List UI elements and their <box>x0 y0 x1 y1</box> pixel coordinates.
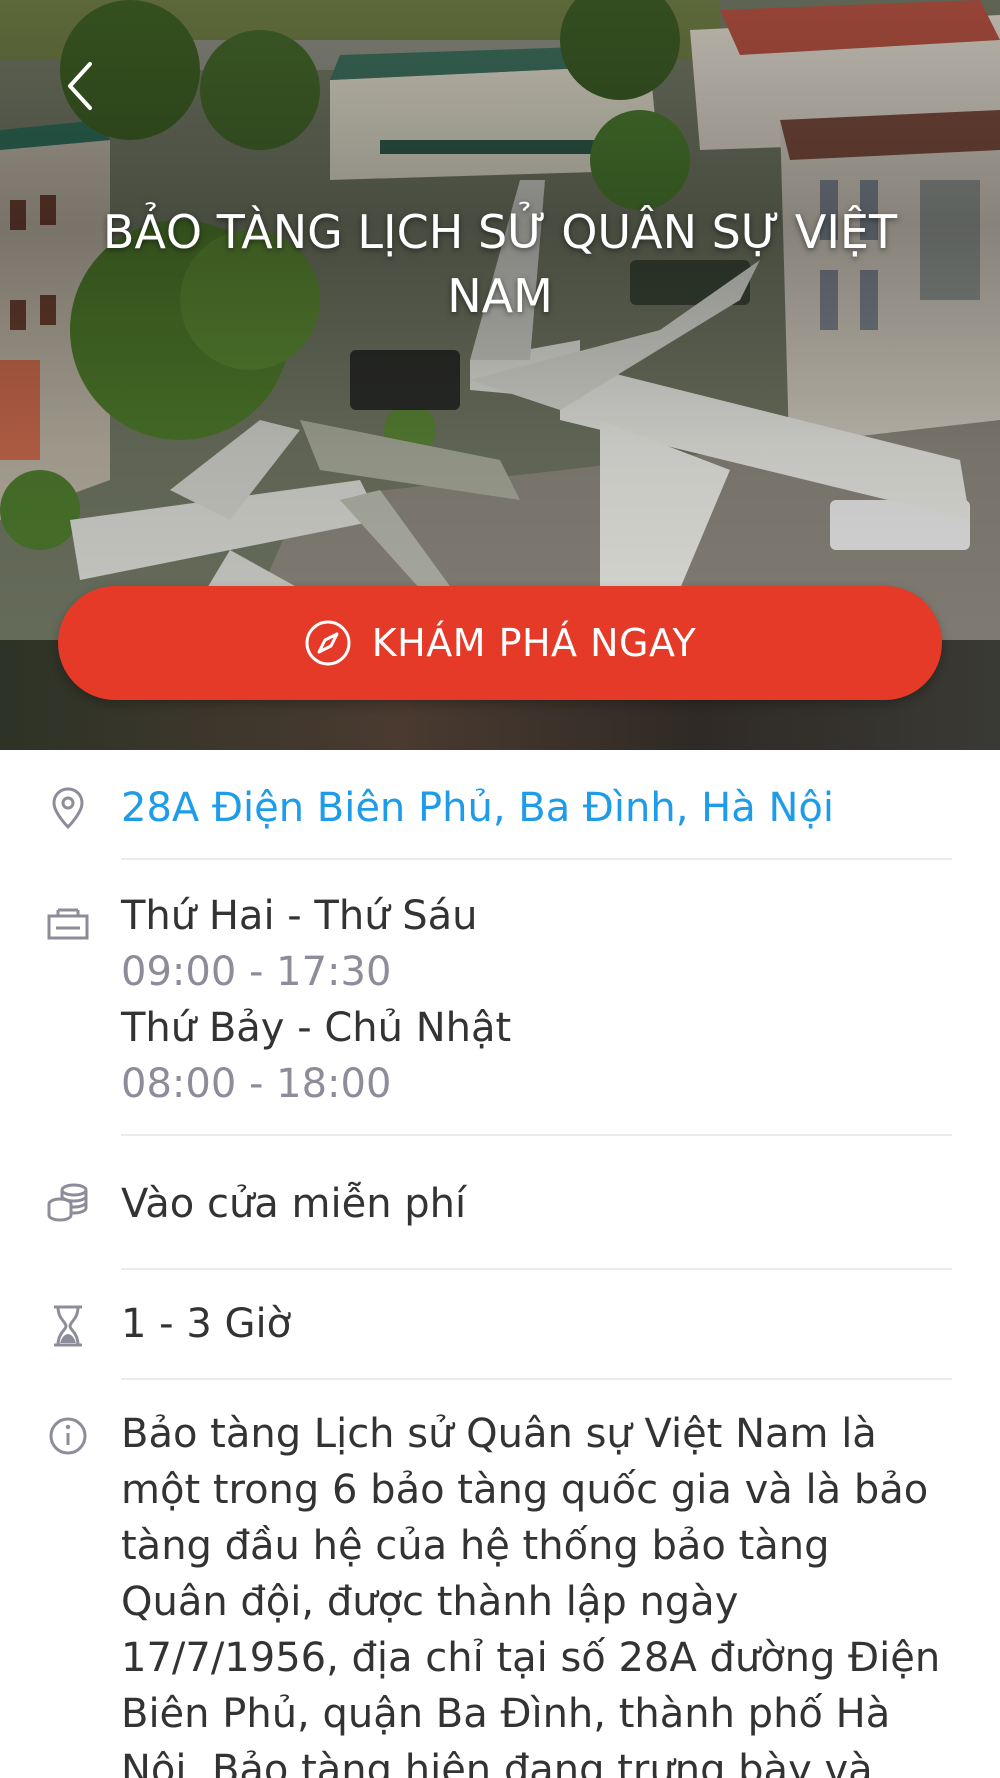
description-row: Bảo tàng Lịch sử Quân sự Việt Nam là một… <box>0 1380 1000 1778</box>
info-icon <box>44 1412 92 1460</box>
weekday-label: Thứ Hai - Thứ Sáu <box>121 893 478 939</box>
weekend-label: Thứ Bảy - Chủ Nhật <box>121 1005 512 1051</box>
hero-image: BẢO TÀNG LỊCH SỬ QUÂN SỰ VIỆT NAM KHÁM P… <box>0 0 1000 750</box>
coins-icon <box>44 1178 92 1226</box>
explore-now-label: KHÁM PHÁ NGAY <box>371 621 697 665</box>
ticket-counter-icon <box>44 900 92 948</box>
compass-icon <box>304 619 352 667</box>
page-title: BẢO TÀNG LỊCH SỬ QUÂN SỰ VIỆT NAM <box>102 205 898 323</box>
location-pin-icon <box>44 784 92 832</box>
address-link[interactable]: 28A Điện Biên Phủ, Ba Đình, Hà Nội <box>121 784 952 832</box>
weekday-time: 09:00 - 17:30 <box>121 949 392 995</box>
chevron-left-icon <box>68 62 92 110</box>
info-list: 28A Điện Biên Phủ, Ba Đình, Hà Nội Thứ H… <box>0 750 1000 1778</box>
price-text: Vào cửa miễn phí <box>121 1181 467 1227</box>
opening-hours-row: Thứ Hai - Thứ Sáu 09:00 - 17:30 Thứ Bảy … <box>0 860 1000 1136</box>
duration-row: 1 - 3 Giờ <box>0 1270 1000 1380</box>
duration-text: 1 - 3 Giờ <box>121 1301 292 1347</box>
address-row[interactable]: 28A Điện Biên Phủ, Ba Đình, Hà Nội <box>0 750 1000 860</box>
description-text: Bảo tàng Lịch sử Quân sự Việt Nam là một… <box>121 1411 941 1778</box>
hourglass-icon <box>44 1302 92 1350</box>
back-button[interactable] <box>50 50 110 122</box>
weekend-time: 08:00 - 18:00 <box>121 1061 392 1107</box>
price-row: Vào cửa miễn phí <box>0 1136 1000 1270</box>
explore-now-button[interactable]: KHÁM PHÁ NGAY <box>58 586 942 700</box>
